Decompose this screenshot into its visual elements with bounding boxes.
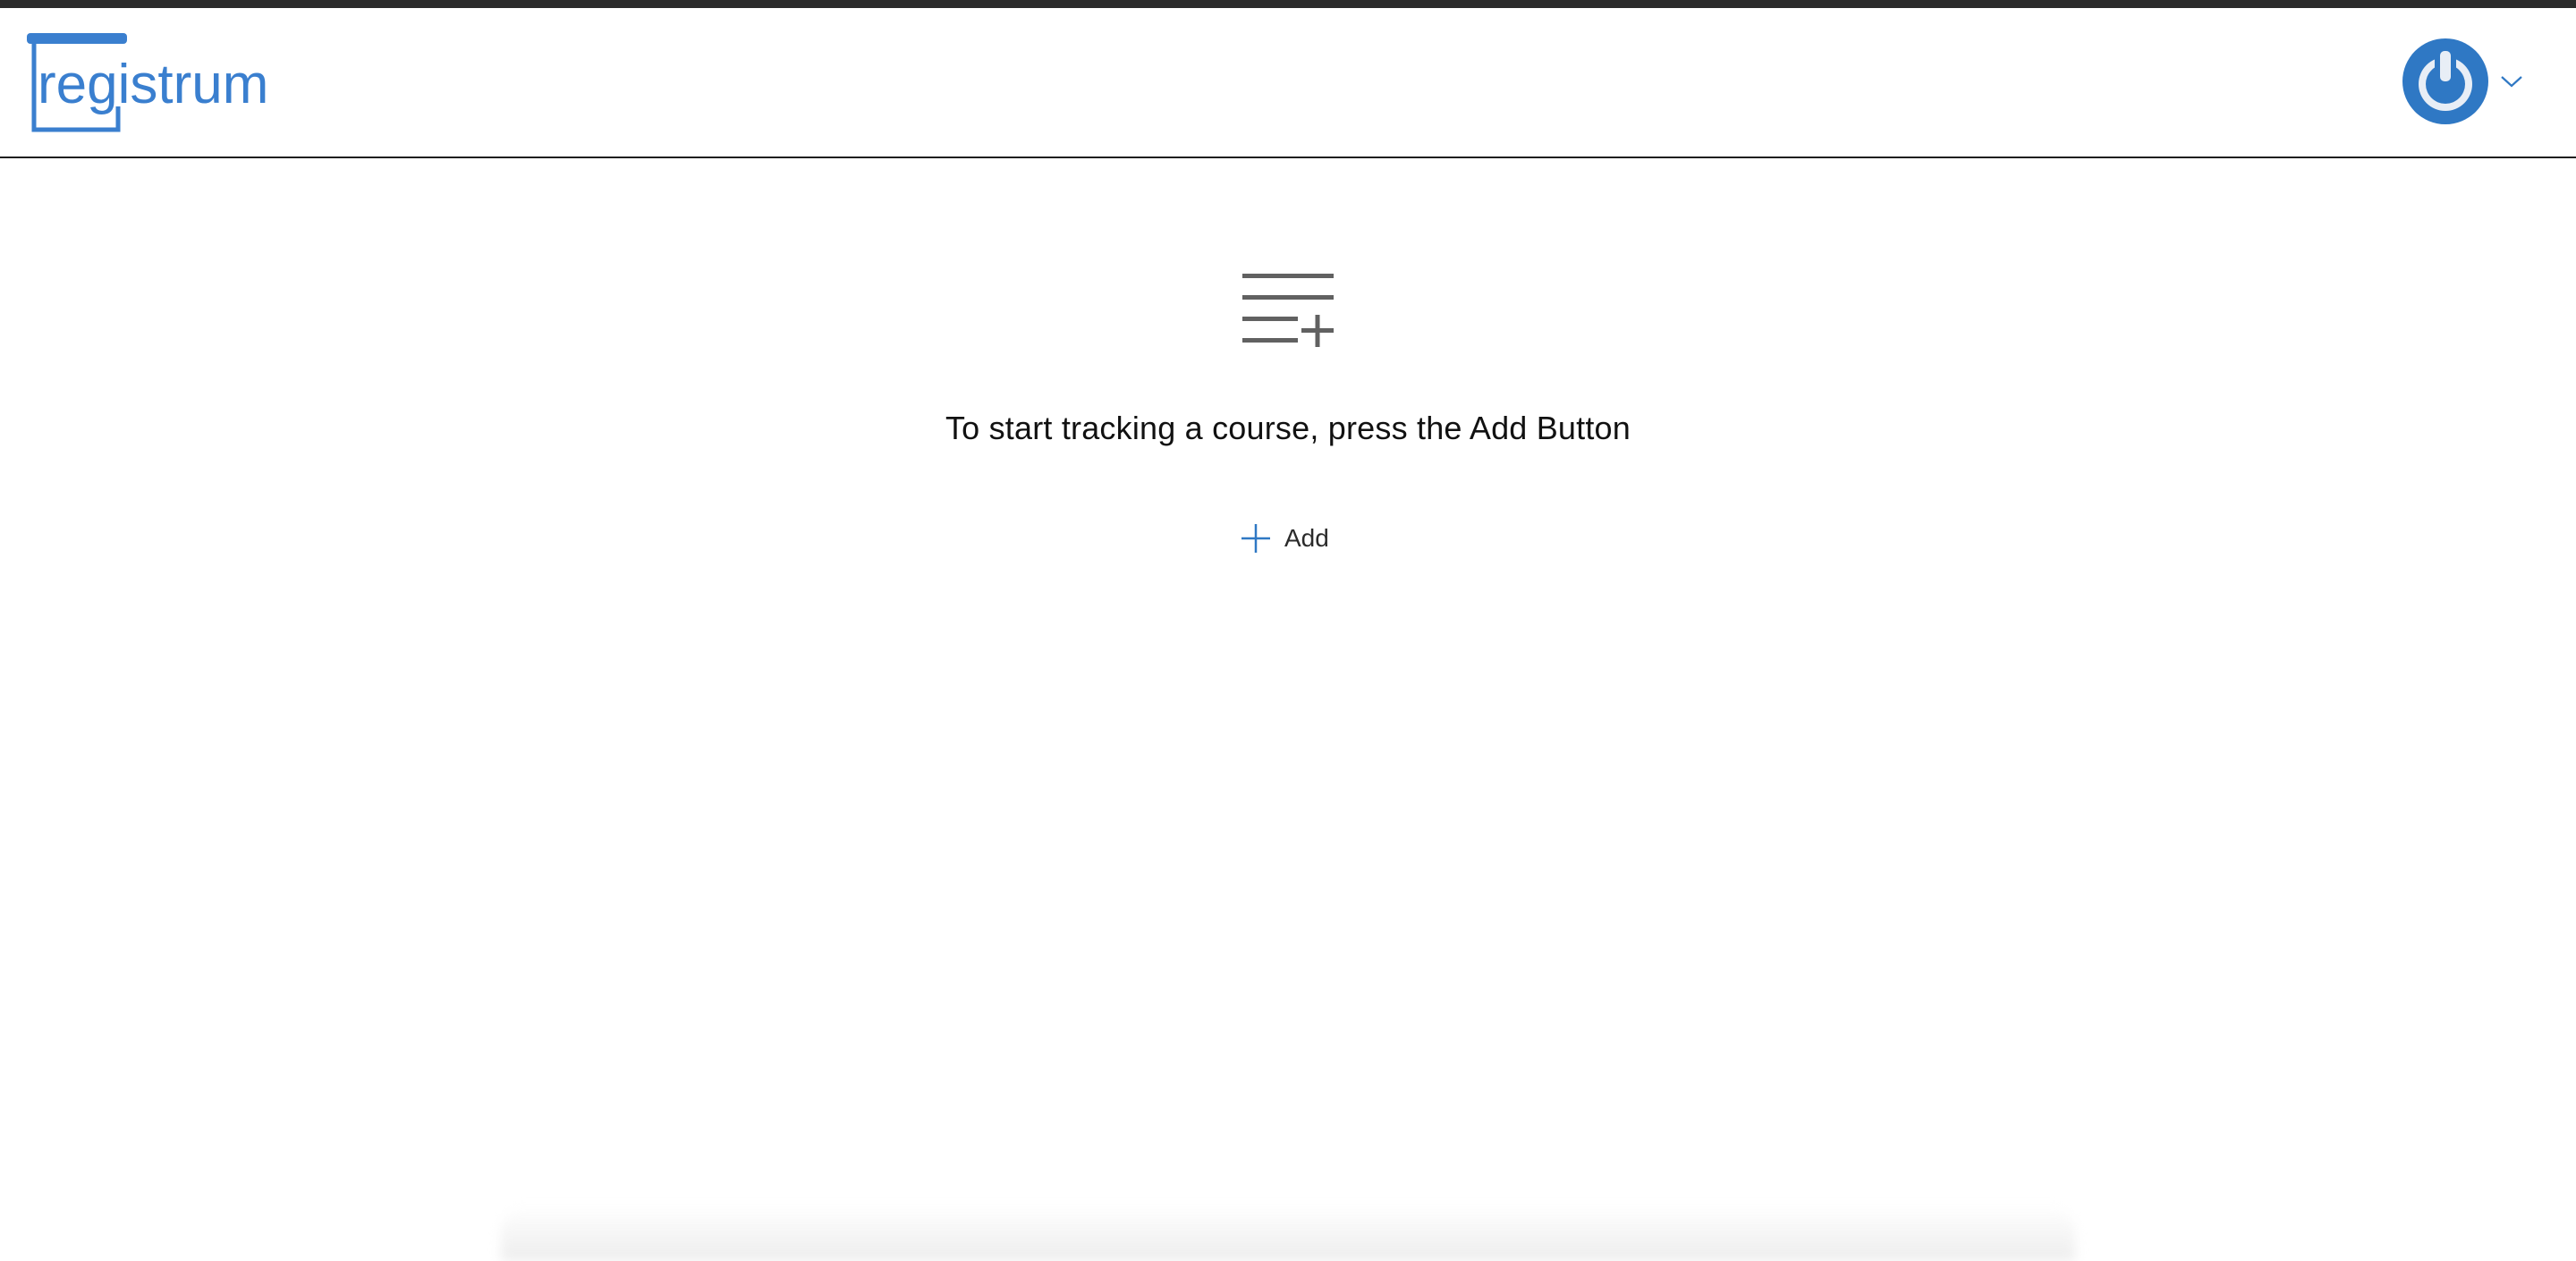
list-add-icon [1242, 274, 1334, 347]
chevron-down-icon[interactable] [2499, 73, 2524, 89]
user-menu[interactable] [2401, 35, 2524, 128]
logo-wordmark: registrum [38, 54, 267, 115]
top-strip [0, 0, 2576, 8]
power-icon[interactable] [2401, 37, 2490, 126]
empty-state-message: To start tracking a course, press the Ad… [945, 410, 1631, 446]
add-button-label: Add [1284, 524, 1329, 552]
plus-icon [1241, 524, 1270, 553]
empty-state: To start tracking a course, press the Ad… [0, 268, 2576, 447]
registrum-logo[interactable]: registrum [25, 31, 267, 134]
add-button[interactable]: Add [1240, 519, 1329, 558]
app-header: registrum [0, 8, 2576, 158]
bottom-panel-shadow [501, 1206, 2075, 1261]
